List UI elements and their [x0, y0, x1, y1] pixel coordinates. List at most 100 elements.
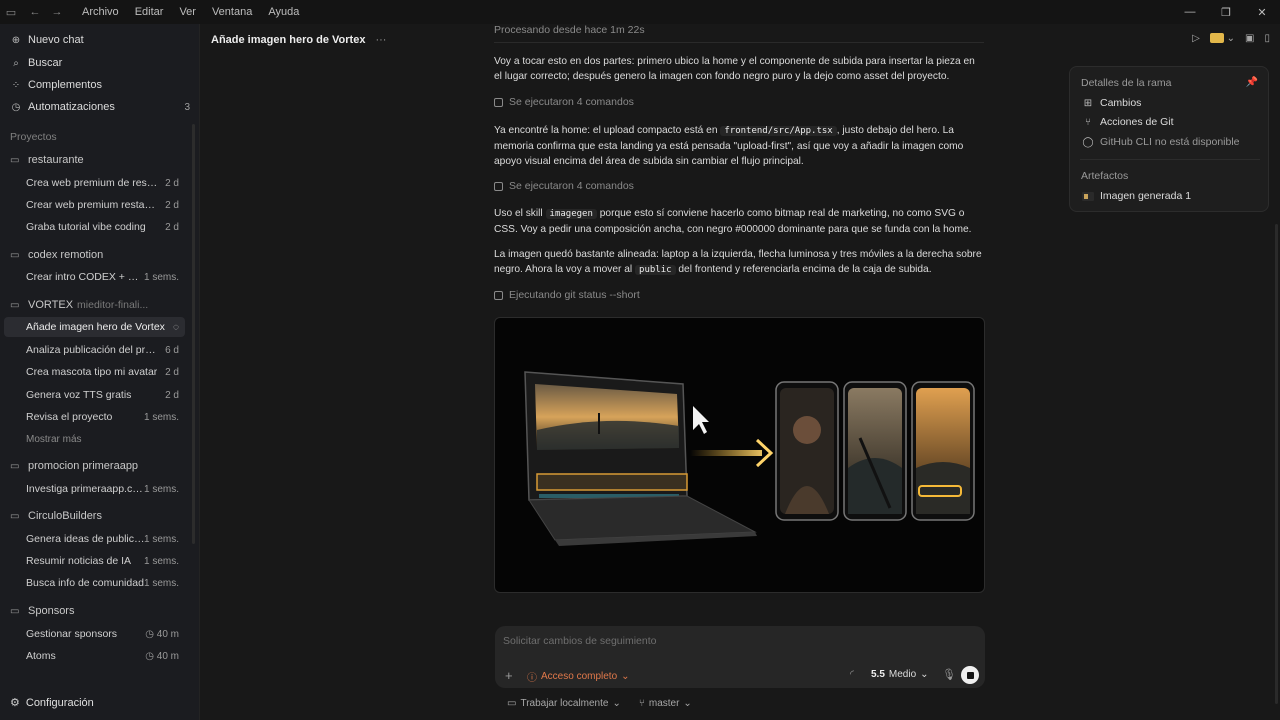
- project-vortex[interactable]: ▭ VORTEX mieditor-finali...: [10, 297, 148, 313]
- chat-title: Investiga primeraapp.com: [26, 483, 144, 495]
- work-location-dropdown[interactable]: ▭ Trabajar localmente ⌄: [507, 698, 621, 709]
- project-promocion-primeraapp[interactable]: ▭ promocion primeraapp: [10, 458, 138, 474]
- chat-item[interactable]: Crear intro CODEX + Remotion1 sems.: [4, 267, 185, 287]
- project-circulobuilders[interactable]: ▭ CirculoBuilders: [10, 508, 102, 524]
- back-arrow-icon[interactable]: ←: [28, 5, 42, 19]
- chat-item[interactable]: Investiga primeraapp.com 1 sems.: [4, 479, 185, 499]
- changes-icon: ⊞: [1083, 97, 1093, 109]
- chat-item[interactable]: Resumir noticias de IA 1 sems.: [4, 551, 185, 571]
- play-icon[interactable]: ▷: [1192, 30, 1200, 46]
- project-codex-remotion[interactable]: ▭ codex remotion: [10, 247, 103, 263]
- command-running[interactable]: Ejecutando git status --short: [494, 289, 640, 301]
- more-options-icon[interactable]: ···: [375, 34, 386, 46]
- sidebar-toggle-icon[interactable]: ▭: [4, 5, 18, 19]
- nav-plugins[interactable]: ⁘ Complementos: [10, 76, 102, 94]
- chat-item[interactable]: Revisa el proyecto 1 sems.: [4, 407, 185, 427]
- item-label: Acciones de Git: [1100, 116, 1174, 128]
- chat-time: 2 d: [165, 389, 179, 401]
- settings-button[interactable]: ⚙ Configuración: [10, 696, 94, 710]
- folder-icon: [1209, 33, 1224, 43]
- nav-search[interactable]: ⌕ Buscar: [10, 54, 62, 72]
- menu-editar[interactable]: Editar: [135, 6, 164, 18]
- artifact-item[interactable]: Imagen generada 1: [1082, 190, 1191, 202]
- chat-time: 1 sems.: [143, 555, 179, 567]
- chat-title: Crea mascota tipo mi avatar: [26, 366, 158, 378]
- gear-icon: ⚙: [10, 697, 20, 709]
- branch-details-panel: Detalles de la rama 📌 ⊞ Cambios ⑂ Accion…: [1069, 66, 1269, 212]
- access-label: Acceso completo: [541, 671, 618, 682]
- terminal-icon[interactable]: ▣: [1245, 30, 1254, 46]
- chat-time-value: 40 m: [156, 650, 179, 662]
- chat-title: Crea web premium de restaurante: [26, 177, 158, 189]
- loading-spinner-icon: ◜: [850, 669, 854, 680]
- loading-spinner-icon: ◌: [173, 321, 179, 333]
- chat-time: 1 sems.: [143, 533, 179, 545]
- project-sponsors[interactable]: ▭ Sponsors: [10, 603, 74, 619]
- chat-time: 1 sems.: [143, 577, 179, 589]
- chat-item[interactable]: Atoms ◷ 40 m: [4, 646, 185, 666]
- menu-archivo[interactable]: Archivo: [82, 6, 119, 18]
- open-folder-button[interactable]: ⌄: [1209, 30, 1235, 46]
- github-cli-item: ◯ GitHub CLI no está disponible: [1082, 136, 1239, 148]
- divider: [1080, 159, 1260, 160]
- model-selector[interactable]: 5.5 Medio ⌄: [871, 669, 929, 680]
- chat-title: Busca info de comunidad: [26, 577, 144, 589]
- window-controls: — ❐ ✕: [1172, 0, 1280, 24]
- menu-ayuda[interactable]: Ayuda: [268, 6, 299, 18]
- chat-item[interactable]: Crea mascota tipo mi avatar 2 d: [4, 362, 185, 382]
- chat-title: Crear web premium restaurante: [26, 199, 158, 211]
- divider: [494, 42, 984, 43]
- show-more-link[interactable]: Mostrar más: [26, 434, 82, 445]
- pin-icon[interactable]: 📌: [1246, 77, 1258, 88]
- menu-ventana[interactable]: Ventana: [212, 6, 252, 18]
- close-icon[interactable]: ✕: [1244, 0, 1280, 24]
- attach-plus-icon[interactable]: +: [505, 668, 513, 683]
- chat-item[interactable]: Busca info de comunidad 1 sems.: [4, 573, 185, 593]
- git-actions-item[interactable]: ⑂ Acciones de Git: [1082, 116, 1174, 128]
- assistant-message: Voy a tocar esto en dos partes: primero …: [494, 56, 975, 82]
- chat-item[interactable]: Analiza publicación del proyecto 6 d: [4, 340, 185, 360]
- nav-automations[interactable]: ◷ Automatizaciones 3: [10, 98, 190, 116]
- chat-item[interactable]: Crea web premium de restaurante 2 d: [4, 173, 185, 193]
- changes-item[interactable]: ⊞ Cambios: [1082, 97, 1142, 109]
- sidebar-scrollbar[interactable]: [192, 124, 195, 544]
- generated-image[interactable]: [494, 317, 985, 593]
- maximize-icon[interactable]: ❐: [1208, 0, 1244, 24]
- chat-item[interactable]: Crear web premium restaurante 2 d: [4, 195, 185, 215]
- forward-arrow-icon[interactable]: →: [50, 5, 64, 19]
- microphone-icon[interactable]: 🎙: [942, 668, 956, 681]
- chat-item[interactable]: Genera ideas de publicaciones1 sems.: [4, 529, 185, 549]
- folder-icon: ▭: [10, 249, 20, 261]
- chat-item-active[interactable]: Añade imagen hero de Vortex ◌: [4, 317, 185, 337]
- inline-code: frontend/src/App.tsx: [720, 126, 837, 136]
- access-mode-dropdown[interactable]: ⓘ Acceso completo ⌄: [527, 669, 630, 684]
- project-name: promocion primeraapp: [28, 460, 139, 472]
- commands-collapsed[interactable]: Se ejecutaron 4 comandos: [494, 96, 634, 108]
- chat-item[interactable]: Gestionar sponsors ◷ 40 m: [4, 624, 185, 644]
- project-restaurante[interactable]: ▭ restaurante: [10, 152, 84, 168]
- terminal-icon: [494, 290, 503, 300]
- processing-status: Procesando desde hace 1m 22s: [494, 24, 645, 36]
- project-name: restaurante: [28, 154, 84, 166]
- chat-item[interactable]: Graba tutorial vibe coding 2 d: [4, 217, 185, 237]
- branch-dropdown[interactable]: ⑂ master ⌄: [639, 698, 692, 709]
- sidebar: ⊕ Nuevo chat ⌕ Buscar ⁘ Complementos ◷ A…: [0, 24, 200, 720]
- chat-item[interactable]: Genera voz TTS gratis 2 d: [4, 385, 185, 405]
- main-scrollbar[interactable]: [1275, 224, 1278, 704]
- branch-label: master: [648, 698, 680, 709]
- minimize-icon[interactable]: —: [1172, 0, 1208, 24]
- new-chat-icon: ⊕: [11, 34, 21, 46]
- follow-up-input[interactable]: Solicitar cambios de seguimiento: [503, 635, 657, 647]
- commands-label: Se ejecutaron 4 comandos: [509, 96, 634, 108]
- stop-button[interactable]: [961, 666, 979, 684]
- projects-label: Proyectos: [10, 131, 57, 143]
- terminal-icon: [494, 181, 503, 191]
- chat-title: Resumir noticias de IA: [26, 555, 132, 567]
- laptop-illustration: [524, 371, 757, 546]
- main-panel: Añade imagen hero de Vortex ··· ▷ ⌄ ▣ ▯ …: [201, 24, 1280, 720]
- nav-new-chat[interactable]: ⊕ Nuevo chat: [10, 31, 84, 49]
- menu-ver[interactable]: Ver: [179, 6, 196, 18]
- panel-toggle-icon[interactable]: ▯: [1264, 30, 1270, 46]
- message-text: del frontend y referenciarla encima de l…: [678, 264, 932, 275]
- commands-collapsed[interactable]: Se ejecutaron 4 comandos: [494, 180, 634, 192]
